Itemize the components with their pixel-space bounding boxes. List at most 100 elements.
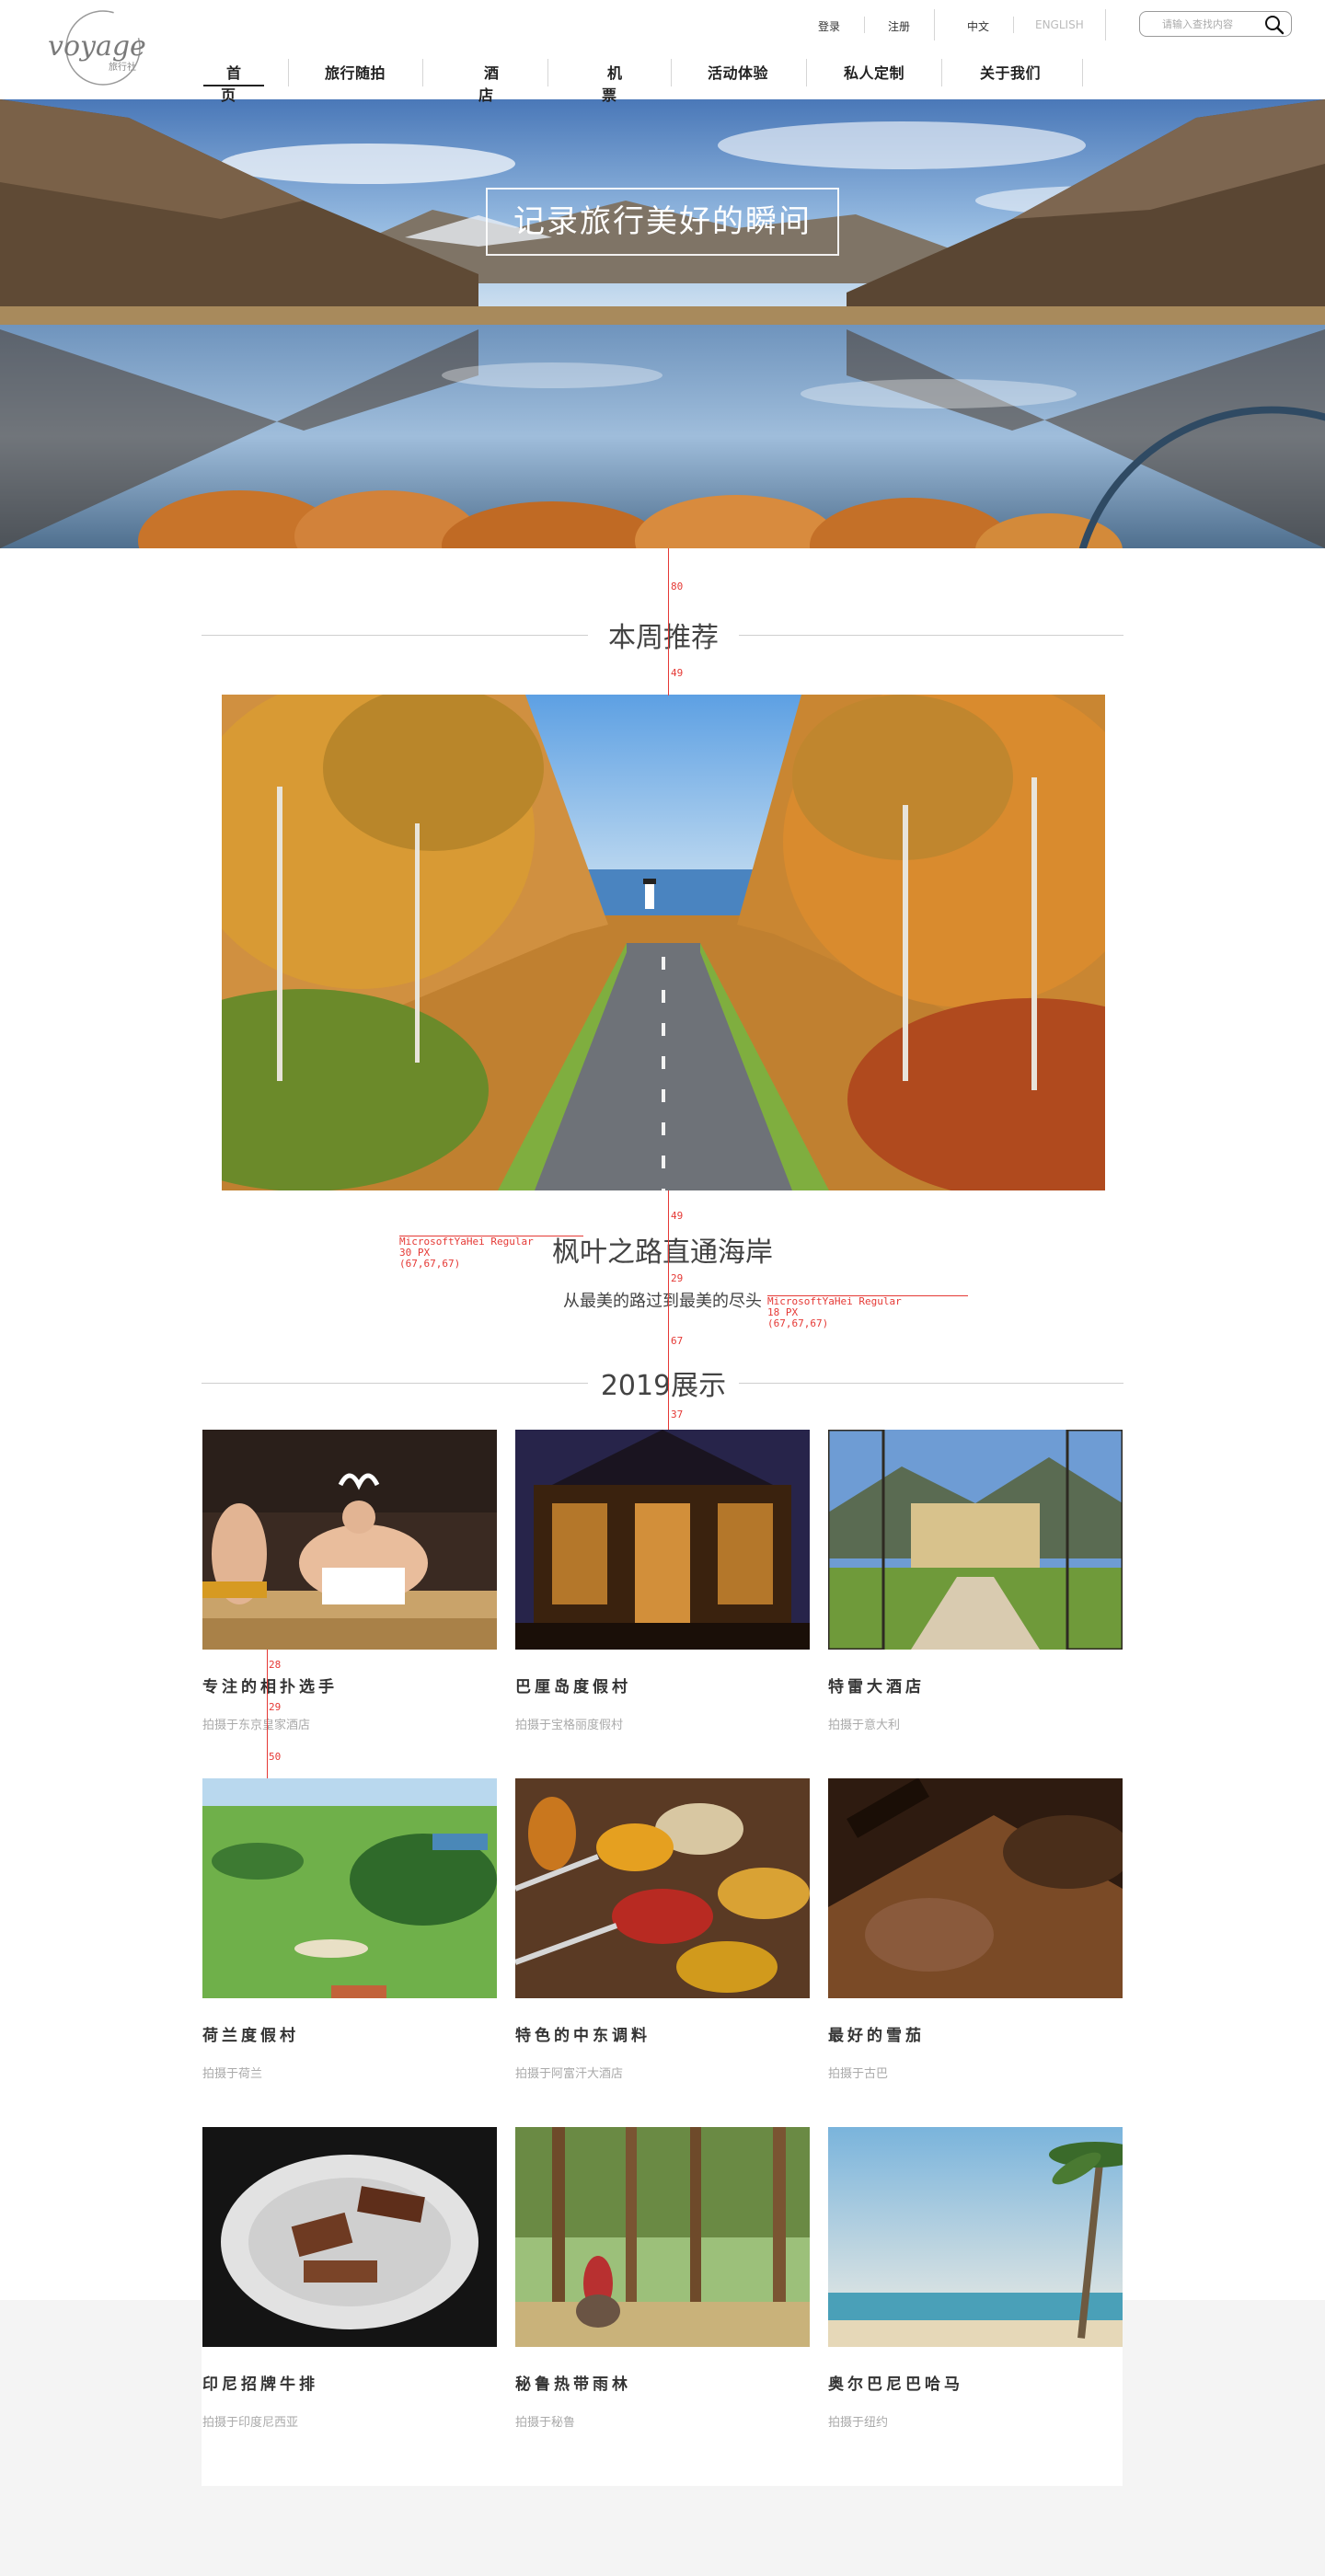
nav-about[interactable]: 关于我们	[974, 61, 1047, 85]
nav-custom-tours[interactable]: 私人定制	[837, 61, 911, 85]
spacing-guide-line	[267, 1650, 268, 1778]
section-divider	[739, 635, 1123, 636]
nav-divider	[547, 59, 548, 86]
steak-image	[202, 2127, 497, 2347]
hero-caption: 记录旅行美好的瞬间	[486, 188, 839, 256]
spacing-label: 37	[671, 1409, 684, 1420]
svg-text:旅行社: 旅行社	[109, 61, 136, 73]
nav-divider	[941, 59, 942, 86]
spacing-label: 29	[671, 1272, 684, 1284]
card-subtitle: 拍摄于古巴	[828, 2067, 889, 2081]
card-image	[515, 2127, 810, 2347]
cigar-image	[828, 1778, 1123, 1998]
font-spec-label: MicrosoftYaHei Regular 18 PX (67,67,67)	[767, 1295, 902, 1329]
section-divider	[202, 635, 588, 636]
nav-hotels[interactable]: 酒 店	[455, 61, 528, 104]
svg-text:voyage: voyage	[1002, 510, 1325, 548]
nav-home[interactable]: 首 页	[203, 61, 264, 104]
card-image	[515, 1778, 810, 1998]
spacing-guide-line	[668, 548, 669, 696]
spacing-label: 49	[671, 1210, 684, 1222]
card-title: 印尼招牌牛排	[202, 2375, 318, 2394]
card-title: 特色的中东调料	[515, 2027, 651, 2045]
card-title: 特雷大酒店	[828, 1678, 925, 1696]
svg-text:voyage: voyage	[48, 30, 146, 63]
bahamas-beach-image	[828, 2127, 1123, 2347]
divider	[934, 9, 935, 40]
card-title: 专注的相扑选手	[202, 1678, 338, 1696]
maple-road-image	[222, 695, 1105, 1190]
divider	[864, 17, 865, 33]
nav-divider	[288, 59, 289, 86]
card-subtitle: 拍摄于宝格丽度假村	[515, 1719, 624, 1732]
gallery-card-bahamas[interactable]: 奥尔巴尼巴哈马 拍摄于纽约	[828, 2127, 1123, 2430]
spacing-guide-line	[668, 1190, 669, 1430]
spacing-label: 28	[269, 1659, 282, 1671]
hero-logo-watermark: voyage 旅行社	[1002, 406, 1325, 548]
divider	[1013, 17, 1014, 33]
nav-divider	[422, 59, 423, 86]
search-input[interactable]	[1162, 16, 1263, 32]
section-divider	[739, 1383, 1123, 1384]
logo-mark: voyage 旅行社	[48, 10, 146, 86]
spacing-label: 49	[671, 667, 684, 679]
nav-activities[interactable]: 活动体验	[701, 61, 775, 85]
card-image	[202, 1778, 497, 1998]
gallery-card-cigar[interactable]: 最好的雪茄 拍摄于古巴	[828, 1778, 1123, 2081]
lang-en-link[interactable]: ENGLISH	[1035, 18, 1084, 31]
search-icon[interactable]	[1263, 14, 1285, 36]
card-subtitle: 拍摄于东京皇家酒店	[202, 1719, 311, 1732]
sumo-image	[202, 1430, 497, 1650]
gallery-card-rainforest[interactable]: 秘鲁热带雨林 拍摄于秘鲁	[515, 2127, 810, 2430]
villa-hotel-image	[828, 1430, 1123, 1650]
voyage-logo[interactable]: voyage 旅行社	[44, 6, 155, 94]
featured-image[interactable]	[222, 695, 1105, 1190]
card-image	[828, 1430, 1123, 1650]
card-image	[202, 1430, 497, 1650]
nav-divider	[806, 59, 807, 86]
nav-divider	[671, 59, 672, 86]
font-spec-label: MicrosoftYaHei Regular 30 PX (67,67,67)	[399, 1236, 534, 1270]
gallery-card-spices[interactable]: 特色的中东调料 拍摄于阿富汗大酒店	[515, 1778, 810, 2081]
gallery-card-villa-hotel[interactable]: 特雷大酒店 拍摄于意大利	[828, 1430, 1123, 1732]
nav-flights[interactable]: 机 票	[578, 61, 651, 104]
spices-image	[515, 1778, 810, 1998]
spacing-label: 29	[269, 1701, 282, 1713]
section-divider	[202, 1383, 588, 1384]
spacing-label: 67	[671, 1335, 684, 1347]
card-subtitle: 拍摄于阿富汗大酒店	[515, 2067, 624, 2081]
search-box	[1139, 11, 1292, 37]
card-subtitle: 拍摄于荷兰	[202, 2067, 263, 2081]
register-link[interactable]: 注册	[888, 18, 910, 34]
nav-travel-photos[interactable]: 旅行随拍	[318, 61, 392, 85]
nav-divider	[1082, 59, 1083, 86]
card-subtitle: 拍摄于印度尼西亚	[202, 2416, 299, 2430]
spacing-label: 80	[671, 581, 684, 592]
card-title: 最好的雪茄	[828, 2027, 925, 2045]
spacing-label: 50	[269, 1751, 282, 1763]
card-title: 巴厘岛度假村	[515, 1678, 631, 1696]
bali-resort-image	[515, 1430, 810, 1650]
gallery-card-sumo[interactable]: 专注的相扑选手 拍摄于东京皇家酒店	[202, 1430, 497, 1732]
card-subtitle: 拍摄于意大利	[828, 1719, 901, 1732]
card-image	[828, 1778, 1123, 1998]
hero-banner: 记录旅行美好的瞬间 voyage 旅行社	[0, 99, 1325, 548]
divider	[1105, 9, 1106, 40]
card-title: 奥尔巴尼巴哈马	[828, 2375, 963, 2394]
holland-resort-image	[202, 1778, 497, 1998]
gallery-card-bali-resort[interactable]: 巴厘岛度假村 拍摄于宝格丽度假村	[515, 1430, 810, 1732]
lang-zh-link[interactable]: 中文	[967, 18, 989, 34]
showcase-heading: 2019展示	[600, 1370, 727, 1402]
rainforest-image	[515, 2127, 810, 2347]
card-image	[515, 1430, 810, 1650]
card-subtitle: 拍摄于秘鲁	[515, 2416, 576, 2430]
card-subtitle: 拍摄于纽约	[828, 2416, 889, 2430]
gallery-card-steak[interactable]: 印尼招牌牛排 拍摄于印度尼西亚	[202, 2127, 497, 2430]
card-image	[202, 2127, 497, 2347]
card-image	[828, 2127, 1123, 2347]
card-title: 荷兰度假村	[202, 2027, 299, 2045]
login-link[interactable]: 登录	[818, 18, 840, 34]
gallery-card-holland-resort[interactable]: 荷兰度假村 拍摄于荷兰	[202, 1778, 497, 2081]
card-title: 秘鲁热带雨林	[515, 2375, 631, 2394]
header: voyage 旅行社 登录 注册 中文 ENGLISH 首 页 旅行随拍 酒 店…	[0, 0, 1325, 104]
